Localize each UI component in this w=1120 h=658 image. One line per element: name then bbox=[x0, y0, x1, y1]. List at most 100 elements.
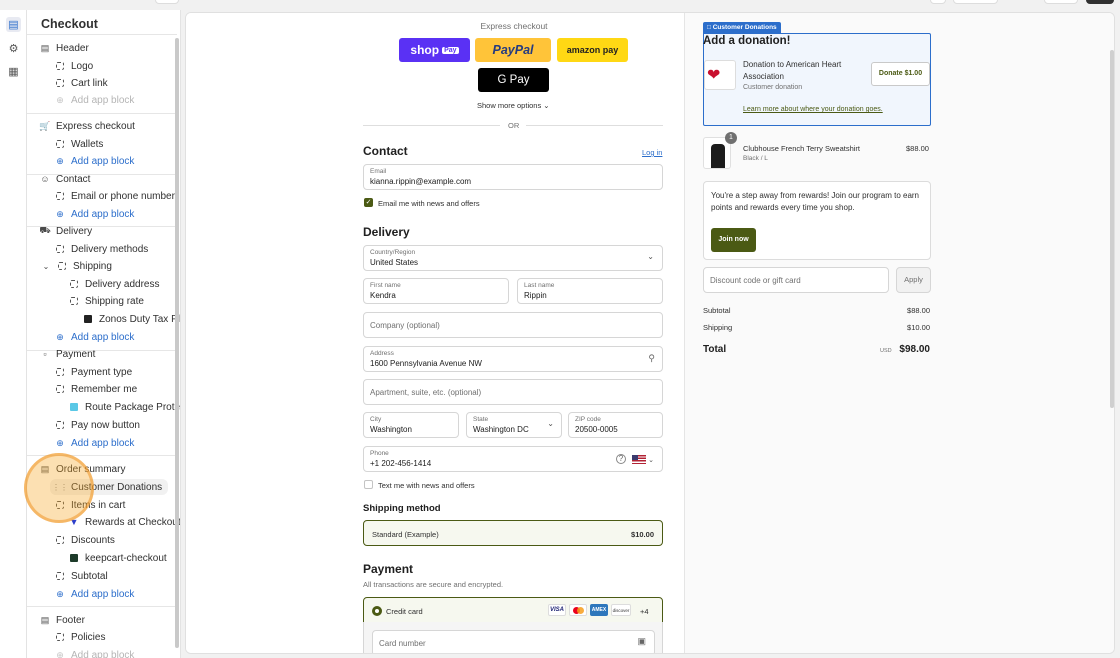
sidebar-item-label: Delivery methods bbox=[71, 243, 149, 255]
add-app-block-button[interactable]: ⊕ Add app block bbox=[54, 153, 134, 169]
sidebar-item-label: Subtotal bbox=[71, 570, 108, 582]
sidebar-item-zonos[interactable]: Zonos Duty Tax Plus... bbox=[82, 311, 180, 327]
discount-placeholder: Discount code or gift card bbox=[710, 276, 801, 285]
sweatshirt-image bbox=[711, 144, 725, 168]
top-pill[interactable] bbox=[155, 0, 179, 4]
login-link[interactable]: Log in bbox=[642, 148, 662, 157]
sidebar-item-label: Remember me bbox=[71, 383, 138, 395]
sidebar-item-delivery-methods[interactable]: Delivery methods bbox=[54, 241, 148, 257]
payment-heading: Payment bbox=[363, 562, 414, 576]
plus-circle-icon: ⊕ bbox=[56, 155, 64, 166]
discount-field[interactable]: Discount code or gift card bbox=[703, 267, 889, 293]
sidebar-section-express-checkout[interactable]: 🛒 Express checkout bbox=[39, 118, 135, 134]
shipping-option[interactable]: Standard (Example) $10.00 bbox=[363, 520, 663, 546]
apartment-placeholder: Apartment, suite, etc. (optional) bbox=[370, 388, 482, 397]
product-name: Clubhouse French Terry Sweatshirt bbox=[743, 144, 860, 153]
help-icon[interactable]: ? bbox=[616, 454, 626, 464]
zip-field[interactable]: ZIP code 20500-0005 bbox=[568, 412, 663, 438]
sidebar-section-delivery[interactable]: ⛟ Delivery bbox=[39, 223, 92, 239]
sidebar-item-policies[interactable]: Policies bbox=[54, 629, 105, 645]
sidebar-section-header[interactable]: ▤ Header bbox=[39, 40, 89, 56]
top-pill[interactable] bbox=[953, 0, 998, 4]
icon-rail: ▤ ⚙ ▦ bbox=[0, 10, 27, 658]
app-icon bbox=[82, 313, 94, 325]
divider bbox=[363, 125, 500, 126]
state-value: Washington DC bbox=[473, 425, 529, 434]
top-pill[interactable] bbox=[930, 0, 946, 4]
plus-circle-icon: ⊕ bbox=[56, 649, 64, 658]
save-button[interactable] bbox=[1086, 0, 1114, 4]
country-select[interactable]: Country/Region United States ⌄ bbox=[363, 245, 663, 271]
credit-card-option[interactable]: Credit card VISA AMEX discover +4 bbox=[363, 597, 663, 623]
apps-icon[interactable]: ▦ bbox=[6, 64, 21, 79]
donation-block[interactable]: Add a donation! ❤ Donation to American H… bbox=[703, 33, 931, 126]
join-now-button[interactable]: Join now bbox=[711, 228, 756, 252]
company-field[interactable]: Company (optional) bbox=[363, 312, 663, 338]
amazon-pay-button[interactable]: amazon pay bbox=[557, 38, 628, 62]
add-app-block-button[interactable]: ⊕ Add app block bbox=[54, 92, 134, 108]
add-app-block-button[interactable]: ⊕ Add app block bbox=[54, 206, 134, 222]
sidebar-item-discounts[interactable]: Discounts bbox=[54, 532, 115, 548]
apartment-field[interactable]: Apartment, suite, etc. (optional) bbox=[363, 379, 663, 405]
sidebar-item-keepcart[interactable]: keepcart-checkout bbox=[68, 550, 167, 566]
apply-button[interactable]: Apply bbox=[896, 267, 931, 293]
shop-pay-button[interactable]: shop Pay bbox=[399, 38, 470, 62]
sms-news-checkbox[interactable] bbox=[364, 480, 373, 489]
sidebar-section-footer[interactable]: ▤ Footer bbox=[39, 612, 85, 628]
plus-circle-icon: ⊕ bbox=[56, 437, 64, 448]
sidebar-item-route-protection[interactable]: Route Package Protection bbox=[68, 399, 180, 415]
sidebar-item-rewards[interactable]: ▼ Rewards at Checkout bbox=[68, 514, 180, 530]
sidebar-item-cart-link[interactable]: Cart link bbox=[54, 75, 108, 91]
address-label: Address bbox=[370, 350, 394, 357]
sidebar-item-shipping-rate[interactable]: Shipping rate bbox=[68, 293, 144, 309]
subtotal-value: $88.00 bbox=[907, 306, 930, 315]
show-more-options-link[interactable]: Show more options ⌄ bbox=[477, 101, 550, 110]
card-number-field[interactable]: Card number ▣ bbox=[372, 630, 655, 653]
add-app-block-button[interactable]: ⊕ Add app block bbox=[54, 435, 134, 451]
add-app-block-button[interactable]: ⊕ Add app block bbox=[54, 329, 134, 345]
product-price: $88.00 bbox=[906, 144, 929, 153]
learn-more-link[interactable]: Learn more about where your donation goe… bbox=[743, 106, 883, 113]
last-name-field[interactable]: Last name Rippin bbox=[517, 278, 663, 304]
sidebar-section-payment[interactable]: ▫ Payment bbox=[39, 346, 95, 362]
sidebar-scrollbar[interactable] bbox=[175, 38, 179, 648]
block-icon bbox=[54, 631, 66, 643]
sidebar-item-logo[interactable]: Logo bbox=[54, 58, 93, 74]
sections-icon[interactable]: ▤ bbox=[6, 17, 21, 32]
sidebar-item-subtotal[interactable]: Subtotal bbox=[54, 568, 108, 584]
donate-button[interactable]: Donate $1.00 bbox=[871, 62, 930, 86]
divider bbox=[27, 113, 177, 114]
sidebar-section-contact[interactable]: ☺ Contact bbox=[39, 171, 90, 187]
sidebar-item-email-or-phone[interactable]: Email or phone number bbox=[54, 188, 175, 204]
address-field[interactable]: Address 1600 Pennsylvania Avenue NW ⚲ bbox=[363, 346, 663, 372]
sidebar-item-delivery-address[interactable]: Delivery address bbox=[68, 276, 159, 292]
email-news-checkbox[interactable]: ✓ bbox=[364, 198, 373, 207]
sidebar-item-label: Express checkout bbox=[56, 120, 135, 132]
phone-field[interactable]: Phone +1 202-456-1414 ? ⌄ bbox=[363, 446, 663, 472]
add-app-block-button[interactable]: ⊕ Add app block bbox=[54, 586, 134, 602]
first-name-field[interactable]: First name Kendra bbox=[363, 278, 509, 304]
country-code-selector[interactable]: ⌄ bbox=[632, 455, 654, 464]
chevron-down-icon: ⌄ bbox=[547, 419, 554, 428]
sidebar-item-remember-me[interactable]: Remember me bbox=[54, 381, 137, 397]
city-field[interactable]: City Washington bbox=[363, 412, 459, 438]
sidebar-item-label: Payment bbox=[56, 348, 96, 360]
gear-icon[interactable]: ⚙ bbox=[6, 41, 21, 56]
block-icon bbox=[54, 138, 66, 150]
sidebar-item-shipping[interactable]: ⌄ Shipping bbox=[41, 258, 112, 274]
chevron-down-icon: ⌄ bbox=[648, 456, 654, 464]
checkout-main-column: Express checkout shop Pay PayPal amazon … bbox=[186, 13, 684, 653]
subtotal-label: Subtotal bbox=[703, 306, 731, 315]
sidebar-item-payment-type[interactable]: Payment type bbox=[54, 364, 132, 380]
sidebar-item-label: Zonos Duty Tax Plus... bbox=[99, 313, 180, 325]
email-field[interactable]: Email kianna.rippin@example.com bbox=[363, 164, 663, 190]
google-pay-button[interactable]: G Pay bbox=[478, 68, 549, 92]
paypal-button[interactable]: PayPal bbox=[475, 38, 551, 62]
chevron-down-icon[interactable]: ⌄ bbox=[41, 260, 51, 272]
sidebar-item-pay-now-button[interactable]: Pay now button bbox=[54, 417, 140, 433]
top-pill[interactable] bbox=[1044, 0, 1078, 4]
state-select[interactable]: State Washington DC ⌄ bbox=[466, 412, 562, 438]
preview-scrollbar[interactable] bbox=[1110, 50, 1114, 408]
add-app-block-button[interactable]: ⊕ Add app block bbox=[54, 647, 134, 658]
sidebar-item-wallets[interactable]: Wallets bbox=[54, 136, 103, 152]
